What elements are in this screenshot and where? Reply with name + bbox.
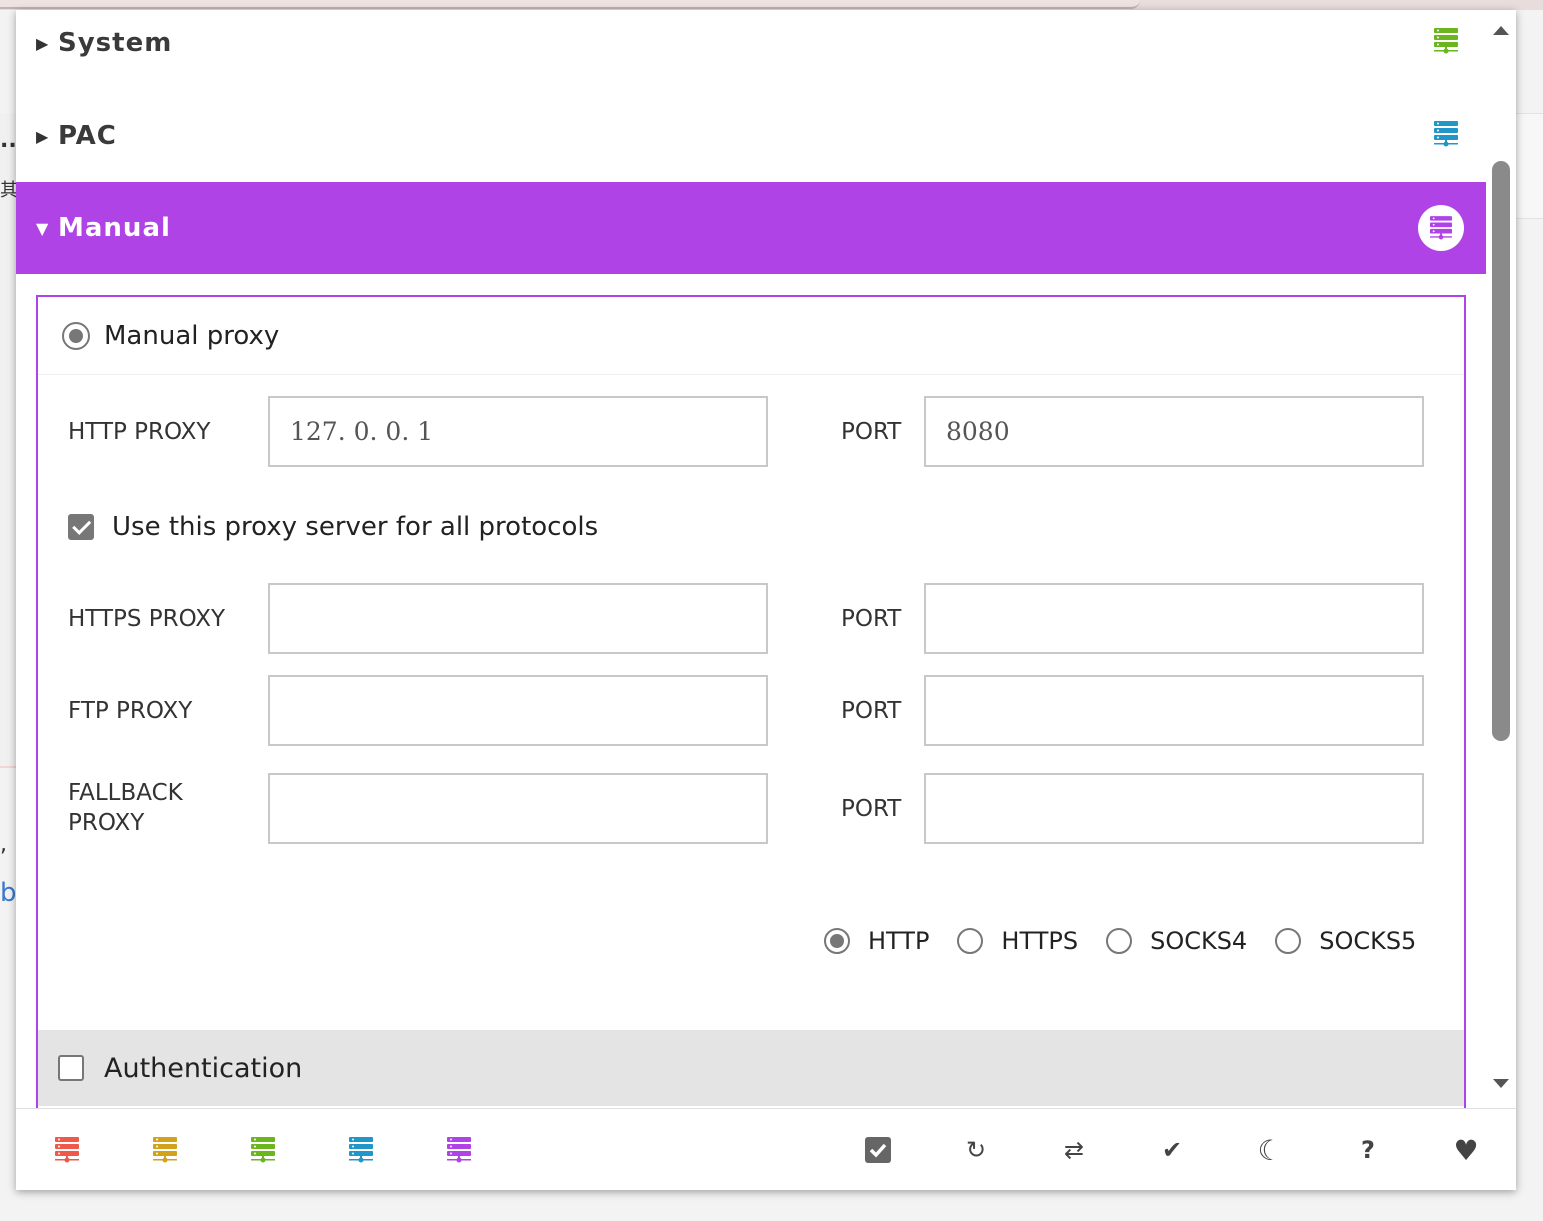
server-icon[interactable] (150, 1135, 180, 1165)
protocol-option-http[interactable]: HTTP (824, 927, 929, 955)
background-text: , (0, 832, 7, 857)
ftp-port-input[interactable] (924, 675, 1424, 746)
protocol-label: SOCKS5 (1319, 927, 1417, 955)
protocol-radio[interactable] (824, 928, 850, 954)
fallback-proxy-input[interactable] (268, 773, 768, 844)
server-icon[interactable] (52, 1135, 82, 1165)
use-for-all-label: Use this proxy server for all protocols (112, 512, 599, 542)
manual-proxy-radio[interactable] (62, 321, 90, 350)
fallback-port-label: PORT (841, 796, 902, 822)
server-icon[interactable] (346, 1135, 376, 1165)
expand-arrow-icon: ▶ (36, 33, 49, 53)
footer-toolbar: ↻ ⇄ ✔ ☾ ? ♥ (16, 1108, 1516, 1190)
scrollbar-thumb[interactable] (1492, 161, 1510, 741)
http-port-label: PORT (841, 419, 902, 445)
section-manual-header[interactable]: ▼ Manual (16, 182, 1486, 274)
collapse-arrow-icon: ▼ (36, 218, 49, 238)
authentication-label: Authentication (104, 1052, 303, 1084)
extension-popup: ▶ System ▶ PAC ▼ Manual Manual proxy HTT… (16, 10, 1516, 1190)
http-proxy-label: HTTP PROXY (68, 419, 211, 445)
section-title: PAC (58, 121, 117, 151)
fallback-protocol-group: HTTP HTTPS SOCKS4 SOCKS5 (824, 927, 1444, 955)
use-for-all-protocols-row[interactable]: Use this proxy server for all protocols (68, 512, 598, 542)
protocol-option-socks4[interactable]: SOCKS4 (1106, 927, 1247, 955)
ftp-port-label: PORT (841, 698, 902, 724)
background-link: b (0, 878, 17, 908)
server-icon[interactable] (444, 1135, 474, 1165)
manual-proxy-mode-row[interactable]: Manual proxy (38, 297, 1464, 375)
protocol-option-socks5[interactable]: SOCKS5 (1275, 927, 1416, 955)
protocol-radio[interactable] (957, 928, 984, 954)
ftp-proxy-label: FTP PROXY (68, 698, 193, 724)
checkbox-icon[interactable] (863, 1135, 893, 1165)
protocol-label: HTTPS (1001, 927, 1079, 955)
help-icon[interactable]: ? (1353, 1135, 1383, 1165)
heart-icon[interactable]: ♥ (1451, 1134, 1481, 1167)
manual-proxy-label: Manual proxy (104, 320, 280, 351)
section-title: Manual (58, 213, 171, 243)
background-text: .. (0, 128, 17, 153)
section-system-header[interactable]: ▶ System (16, 10, 1486, 76)
https-port-label: PORT (841, 606, 902, 632)
refresh-icon[interactable]: ↻ (961, 1135, 991, 1165)
server-icon[interactable] (248, 1135, 278, 1165)
protocol-radio[interactable] (1275, 928, 1302, 954)
protocol-radio[interactable] (1106, 928, 1133, 954)
moon-icon[interactable]: ☾ (1255, 1134, 1285, 1167)
https-proxy-input[interactable] (268, 583, 768, 654)
protocol-label: SOCKS4 (1150, 927, 1248, 955)
fallback-port-input[interactable] (924, 773, 1424, 844)
section-title: System (58, 28, 173, 58)
https-proxy-label: HTTPS PROXY (68, 606, 226, 632)
http-port-input[interactable] (924, 396, 1424, 467)
scroll-down-arrow-icon[interactable] (1493, 1079, 1509, 1088)
background-page-fragment (0, 113, 16, 768)
expand-arrow-icon: ▶ (36, 126, 49, 146)
use-for-all-checkbox[interactable] (68, 514, 94, 540)
repeat-icon[interactable]: ⇄ (1059, 1135, 1089, 1165)
background-page-fragment (1516, 113, 1543, 219)
authentication-checkbox[interactable] (58, 1055, 84, 1081)
server-icon (1434, 28, 1458, 58)
scroll-up-arrow-icon[interactable] (1493, 26, 1509, 35)
check-icon[interactable]: ✔ (1157, 1135, 1187, 1165)
server-icon (1418, 205, 1464, 251)
server-icon (1434, 121, 1458, 151)
http-proxy-input[interactable] (268, 396, 768, 467)
section-pac-header[interactable]: ▶ PAC (16, 90, 1486, 182)
fallback-proxy-label: FALLBACK PROXY (68, 780, 183, 836)
ftp-proxy-input[interactable] (268, 675, 768, 746)
manual-proxy-panel: Manual proxy HTTP PROXY PORT Use this pr… (36, 295, 1466, 1125)
https-port-input[interactable] (924, 583, 1424, 654)
protocol-label: HTTP (868, 927, 930, 955)
protocol-option-https[interactable]: HTTPS (957, 927, 1078, 955)
browser-active-tab (0, 0, 1140, 9)
authentication-row[interactable]: Authentication (38, 1030, 1464, 1106)
